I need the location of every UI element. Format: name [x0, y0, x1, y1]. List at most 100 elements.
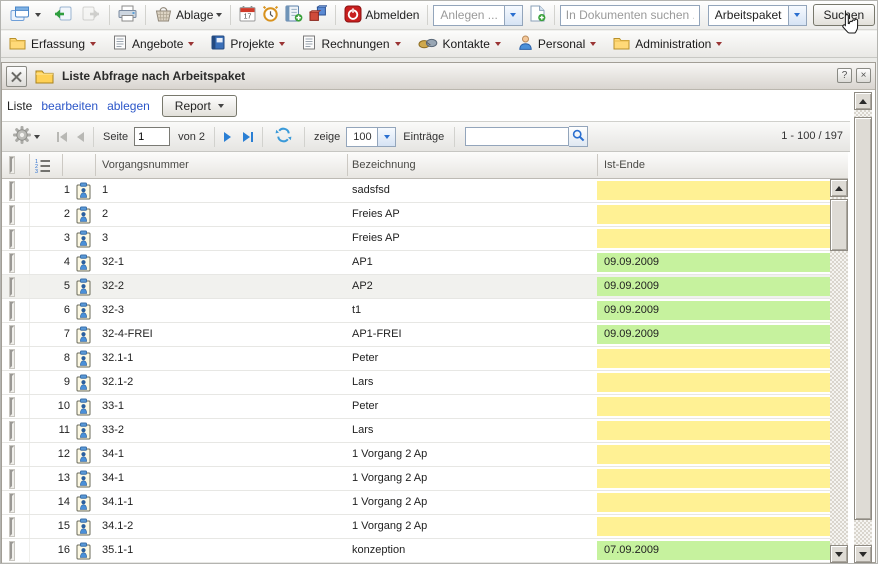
table-row[interactable]: 14 34.1-1 1 Vorgang 2 Ap: [2, 491, 848, 515]
scroll-up-button[interactable]: [854, 92, 872, 110]
row-vorgangsnummer[interactable]: 1: [102, 179, 346, 202]
person-badge-icon[interactable]: [76, 422, 91, 443]
filter-search-button[interactable]: [569, 126, 588, 147]
scroll-up-button[interactable]: [830, 179, 848, 197]
scroll-down-button[interactable]: [830, 545, 848, 563]
table-row[interactable]: 9 32.1-2 Lars: [2, 371, 848, 395]
menu-angebote[interactable]: Angebote: [113, 35, 194, 53]
person-badge-icon[interactable]: [76, 254, 91, 275]
row-bezeichnung[interactable]: AP2: [352, 275, 592, 298]
row-checkbox[interactable]: [10, 398, 14, 416]
row-checkbox[interactable]: [10, 230, 14, 248]
row-vorgangsnummer[interactable]: 32.1-2: [102, 371, 346, 394]
row-bezeichnung[interactable]: AP1: [352, 251, 592, 274]
last-page-button[interactable]: [243, 132, 253, 142]
table-row[interactable]: 8 32.1-1 Peter: [2, 347, 848, 371]
row-vorgangsnummer[interactable]: 32.1-1: [102, 347, 346, 370]
row-bezeichnung[interactable]: konzeption: [352, 539, 592, 562]
menu-personal[interactable]: Personal: [518, 35, 596, 53]
table-row[interactable]: 13 34-1 1 Vorgang 2 Ap: [2, 467, 848, 491]
suchen-button[interactable]: Suchen: [813, 4, 876, 26]
notebook-add-button[interactable]: [282, 3, 306, 27]
window-views-button[interactable]: [7, 4, 44, 27]
menu-projekte[interactable]: Projekte: [211, 35, 285, 53]
row-checkbox[interactable]: [10, 302, 14, 320]
select-all-checkbox[interactable]: [10, 157, 14, 173]
page-size-select[interactable]: 100: [346, 127, 396, 147]
row-bezeichnung[interactable]: Freies AP: [352, 227, 592, 250]
column-header-vorgangsnummer[interactable]: Vorgangsnummer: [102, 159, 189, 171]
person-badge-icon[interactable]: [76, 302, 91, 323]
anlegen-select[interactable]: Anlegen ...: [433, 5, 522, 26]
row-bezeichnung[interactable]: AP1-FREI: [352, 323, 592, 346]
menu-rechnungen[interactable]: Rechnungen: [302, 35, 400, 53]
row-vorgangsnummer[interactable]: 34.1-2: [102, 515, 346, 538]
menu-administration[interactable]: Administration: [613, 36, 722, 53]
row-vorgangsnummer[interactable]: 33-2: [102, 419, 346, 442]
anlegen-select-arrow[interactable]: [504, 6, 522, 25]
row-bezeichnung[interactable]: sadsfsd: [352, 179, 592, 202]
column-header-bezeichnung[interactable]: Bezeichnung: [352, 159, 416, 171]
ablegen-link[interactable]: ablegen: [107, 99, 150, 113]
close-window-button[interactable]: [6, 66, 27, 87]
back-button[interactable]: [50, 4, 75, 27]
person-badge-icon[interactable]: [76, 446, 91, 467]
row-bezeichnung[interactable]: 1 Vorgang 2 Ap: [352, 515, 592, 538]
row-checkbox[interactable]: [10, 518, 14, 536]
person-badge-icon[interactable]: [76, 374, 91, 395]
row-bezeichnung[interactable]: Lars: [352, 371, 592, 394]
row-vorgangsnummer[interactable]: 33-1: [102, 395, 346, 418]
row-vorgangsnummer[interactable]: 32-2: [102, 275, 346, 298]
table-filter-input[interactable]: [465, 127, 569, 146]
row-checkbox[interactable]: [10, 254, 14, 272]
row-bezeichnung[interactable]: 1 Vorgang 2 Ap: [352, 491, 592, 514]
row-vorgangsnummer[interactable]: 32-3: [102, 299, 346, 322]
refresh-button[interactable]: [272, 125, 295, 148]
search-scope-select[interactable]: Arbeitspaket: [708, 5, 807, 26]
row-checkbox[interactable]: [10, 326, 14, 344]
person-badge-icon[interactable]: [76, 518, 91, 539]
row-checkbox[interactable]: [10, 278, 14, 296]
print-button[interactable]: [115, 3, 140, 27]
bearbeiten-link[interactable]: bearbeiten: [41, 99, 98, 113]
page-number-input[interactable]: [134, 127, 170, 146]
person-badge-icon[interactable]: [76, 494, 91, 515]
row-bezeichnung[interactable]: Peter: [352, 395, 592, 418]
person-badge-icon[interactable]: [76, 230, 91, 251]
row-bezeichnung[interactable]: Freies AP: [352, 203, 592, 226]
row-bezeichnung[interactable]: 1 Vorgang 2 Ap: [352, 467, 592, 490]
table-row[interactable]: 12 34-1 1 Vorgang 2 Ap: [2, 443, 848, 467]
scroll-down-button[interactable]: [854, 545, 872, 563]
row-checkbox[interactable]: [10, 542, 14, 560]
person-badge-icon[interactable]: [76, 542, 91, 563]
reminder-button[interactable]: [259, 3, 282, 27]
row-vorgangsnummer[interactable]: 2: [102, 203, 346, 226]
calendar-button[interactable]: 17: [236, 3, 259, 27]
forward-button[interactable]: [79, 4, 104, 27]
table-row[interactable]: 6 32-3 t1 09.09.2009: [2, 299, 848, 323]
document-search-input[interactable]: [560, 5, 700, 26]
row-vorgangsnummer[interactable]: 35.1-1: [102, 539, 346, 562]
row-checkbox[interactable]: [10, 470, 14, 488]
row-vorgangsnummer[interactable]: 3: [102, 227, 346, 250]
column-header-ist-ende[interactable]: Ist-Ende: [604, 159, 645, 171]
first-page-button[interactable]: [57, 132, 67, 142]
page-size-arrow[interactable]: [377, 128, 395, 146]
prev-page-button[interactable]: [77, 132, 84, 142]
person-badge-icon[interactable]: [76, 326, 91, 347]
row-vorgangsnummer[interactable]: 34.1-1: [102, 491, 346, 514]
next-page-button[interactable]: [224, 132, 231, 142]
menu-kontakte[interactable]: Kontakte: [418, 36, 501, 53]
table-row[interactable]: 11 33-2 Lars: [2, 419, 848, 443]
table-row[interactable]: 1 1 sadsfsd: [2, 179, 848, 203]
row-vorgangsnummer[interactable]: 32-4-FREI: [102, 323, 346, 346]
row-bezeichnung[interactable]: Lars: [352, 419, 592, 442]
table-row[interactable]: 16 35.1-1 konzeption 07.09.2009: [2, 539, 848, 563]
menu-erfassung[interactable]: Erfassung: [9, 36, 96, 53]
close-button[interactable]: ×: [856, 68, 871, 83]
abmelden-button[interactable]: Abmelden: [341, 3, 422, 28]
window-scrollbar[interactable]: [854, 92, 872, 563]
table-row[interactable]: 7 32-4-FREI AP1-FREI 09.09.2009: [2, 323, 848, 347]
settings-button[interactable]: [10, 124, 43, 149]
row-checkbox[interactable]: [10, 494, 14, 512]
